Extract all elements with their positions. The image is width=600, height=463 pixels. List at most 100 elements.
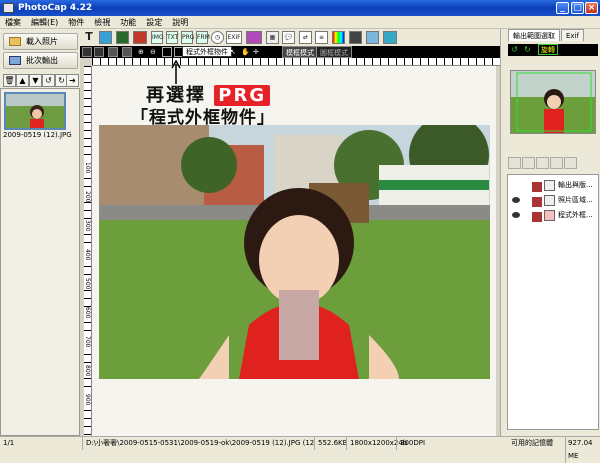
menu-function[interactable]: 功能 — [115, 16, 141, 29]
edit-toolbar: ⊕ ⊖ 程式外框物件 ↖ ✋ ✛ 模框模式 圖框模式 — [80, 46, 500, 58]
layer-label: 照片區域... — [558, 196, 593, 204]
zoom-in-icon[interactable]: ⊕ — [138, 46, 144, 58]
speech-bubble-icon[interactable]: 💬 — [282, 31, 295, 44]
image-tool-icon[interactable] — [99, 31, 112, 44]
nav-bar: ↺ ↻ 旋轉 — [508, 44, 598, 56]
copy-icon[interactable] — [108, 47, 118, 57]
batch-output-button[interactable]: 批次輸出 — [3, 52, 78, 69]
ruler-mark: 700 — [84, 336, 91, 348]
paste-icon[interactable] — [122, 47, 132, 57]
batch-output-label: 批次輸出 — [26, 56, 58, 65]
photo-image — [99, 125, 490, 379]
zoom-out-icon[interactable]: ⊖ — [150, 46, 156, 58]
exif-icon[interactable]: EXIF — [226, 31, 242, 44]
export-icon[interactable]: ➜ — [66, 74, 79, 87]
left-ruler: 100 200 300 400 500 600 700 800 900 — [84, 66, 92, 436]
tooltip: 程式外框物件 — [182, 46, 232, 57]
layer-up-icon[interactable] — [522, 157, 535, 169]
filter-icon[interactable] — [349, 31, 362, 44]
stamp-icon[interactable] — [246, 31, 262, 44]
menu-edit[interactable]: 編輯(E) — [26, 16, 63, 29]
delete-layer-icon[interactable] — [508, 157, 521, 169]
app-icon — [3, 3, 14, 13]
layer-label: 程式外框... — [558, 211, 593, 219]
menu-view[interactable]: 檢視 — [89, 16, 115, 29]
layer-more-icon[interactable] — [564, 157, 577, 169]
rotate-left-icon[interactable]: ↺ — [42, 74, 55, 87]
screen-icon[interactable] — [383, 31, 397, 44]
tab-output-range[interactable]: 輸出範圍選取 — [508, 29, 560, 41]
ruler-mark: 500 — [84, 278, 91, 290]
tab-exif[interactable]: Exif — [561, 29, 584, 41]
mode1-toggle[interactable]: 模框模式 — [282, 46, 318, 58]
preview-image — [511, 71, 595, 133]
visibility-eye-icon[interactable] — [512, 197, 520, 203]
layer-thumb-icon — [532, 212, 542, 222]
file-path: D:\小奢奢\2009-0515-0531\2009-0519-ok\2009-… — [82, 437, 314, 450]
landscape-icon[interactable] — [366, 31, 379, 44]
ruler-mark: 100 — [84, 162, 91, 174]
rotate-cw-icon[interactable]: ↻ — [524, 45, 531, 54]
maximize-button[interactable]: □ — [571, 2, 584, 14]
output-preview[interactable] — [510, 70, 596, 134]
down-icon[interactable]: ▼ — [29, 74, 42, 87]
layer-item[interactable]: 程式外框... — [510, 209, 598, 222]
load-photo-button[interactable]: 載入照片 — [3, 33, 78, 50]
load-photo-label: 載入照片 — [26, 37, 58, 46]
img-object-icon[interactable]: IMG — [151, 31, 164, 44]
thumbnail-caption: 2009-0519 (12).JPG — [3, 131, 72, 139]
close-button[interactable]: × — [585, 2, 598, 14]
color-palette-icon[interactable] — [332, 31, 345, 44]
layer-props-icon[interactable] — [550, 157, 563, 169]
prg-object-icon[interactable]: PRG — [181, 31, 194, 44]
pointer-icon[interactable]: ↖ — [230, 46, 236, 58]
layer-down-icon[interactable] — [536, 157, 549, 169]
mode2-toggle[interactable]: 圖框模式 — [316, 46, 352, 58]
undo-icon[interactable] — [82, 47, 92, 57]
menu-settings[interactable]: 設定 — [141, 16, 167, 29]
title-bar: PhotoCap 4.22 _ □ × — [0, 0, 600, 16]
pointer-arrow-icon — [171, 60, 181, 84]
photo-list[interactable] — [0, 88, 80, 436]
visibility-eye-icon[interactable] — [512, 212, 520, 218]
fit-icon[interactable] — [162, 47, 172, 57]
window-title: PhotoCap 4.22 — [18, 3, 93, 13]
menu-object[interactable]: 物件 — [63, 16, 89, 29]
layer-item[interactable]: 照片區域... — [510, 194, 598, 207]
photo-layer-icon — [544, 195, 555, 206]
layer-list: 輸出與版... 照片區域... 程式外框... — [507, 174, 599, 430]
minimize-button[interactable]: _ — [556, 2, 569, 14]
annotation-line2: 「程式外框物件」 — [131, 108, 275, 128]
layer-item[interactable]: 輸出與版... — [510, 179, 598, 192]
up-icon[interactable]: ▲ — [16, 74, 29, 87]
rotate-ccw-icon[interactable]: ↺ — [511, 45, 518, 54]
folder-icon — [9, 37, 21, 46]
border-tool-icon[interactable] — [133, 31, 147, 44]
page-count: 1/1 — [3, 439, 15, 447]
menu-file[interactable]: 檔案 — [0, 16, 26, 29]
frm-object-icon[interactable]: FRM — [196, 31, 210, 44]
clock-icon[interactable]: ◷ — [211, 31, 224, 44]
hand-icon[interactable]: ✋ — [241, 46, 250, 58]
prg-layer-icon — [544, 210, 555, 221]
align-icon[interactable]: ≡ — [315, 31, 328, 44]
tool-bar: T IMG TXT PRG FRM ◷ EXIF ▦ 💬 ⇄ ≡ — [80, 29, 500, 46]
crosshair-icon[interactable]: ✛ — [253, 46, 259, 58]
layer-label: 輸出與版... — [558, 181, 593, 189]
txt-object-icon[interactable]: TXT — [166, 31, 178, 44]
ruler-mark: 300 — [84, 220, 91, 232]
calendar-icon[interactable]: ▦ — [266, 31, 279, 44]
arrows-icon[interactable]: ⇄ — [299, 31, 312, 44]
rotate-button[interactable]: 旋轉 — [538, 44, 558, 55]
ruler-mark: 600 — [84, 307, 91, 319]
text-tool-icon[interactable]: T — [83, 31, 95, 44]
memory-value: 927.04 ME — [565, 437, 600, 463]
layer-buttons — [508, 157, 598, 169]
ruler-mark: 800 — [84, 365, 91, 377]
delete-icon[interactable]: 🗑 — [3, 74, 16, 87]
photo-object[interactable] — [99, 125, 490, 379]
menu-help[interactable]: 說明 — [167, 16, 193, 29]
photo-thumbnail[interactable] — [4, 92, 66, 130]
frame-tool-icon[interactable] — [116, 31, 129, 44]
redo-icon[interactable] — [94, 47, 104, 57]
